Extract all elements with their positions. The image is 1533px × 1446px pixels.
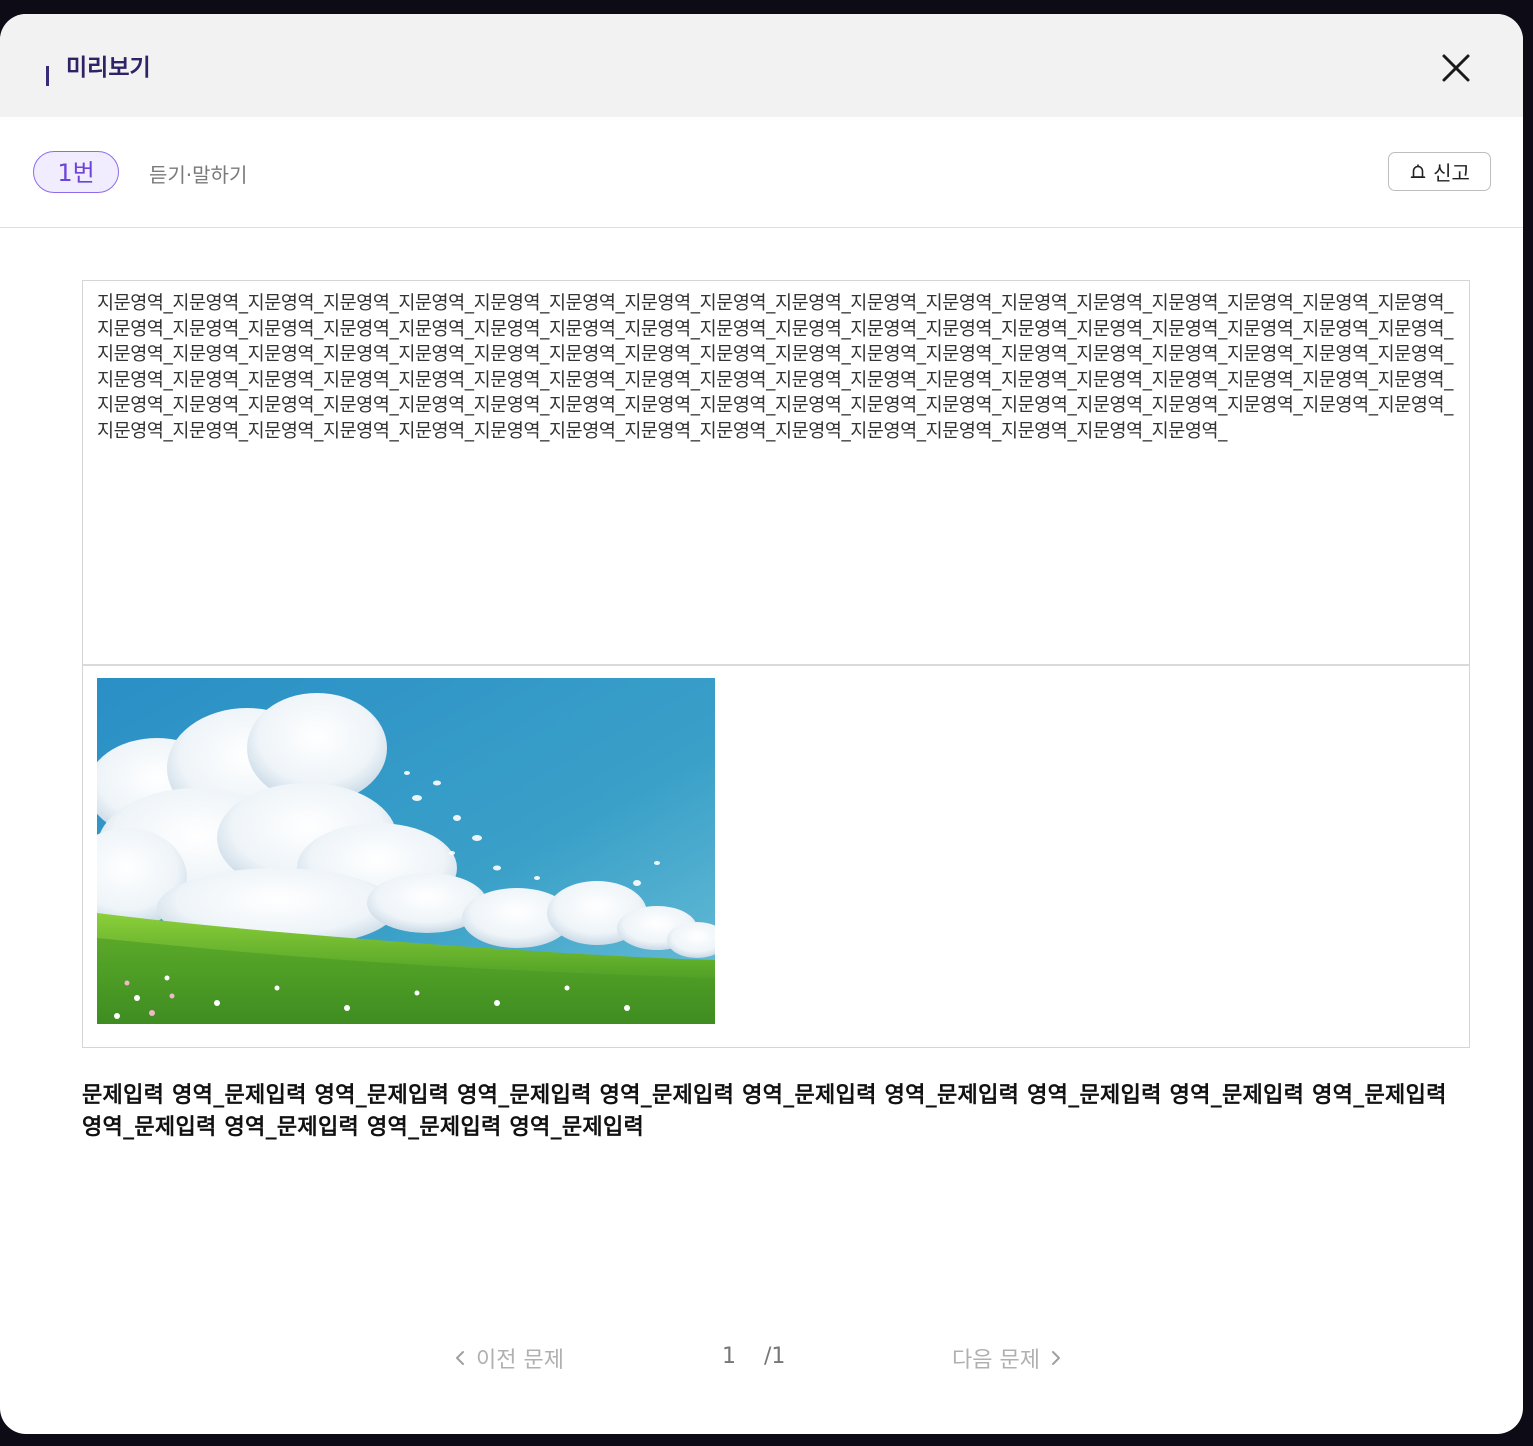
chevron-right-icon [1051,1351,1060,1365]
bell-icon [1410,163,1426,178]
report-label: 신고 [1433,161,1470,185]
pagination: 이전 문제 1 /1 다음 문제 [0,1342,1523,1382]
current-page: 1 [722,1344,736,1369]
passage-divider [83,664,1469,666]
total-pages: /1 [764,1344,786,1369]
close-button[interactable] [1436,48,1476,88]
preview-modal: 미리보기 1번 듣기·말하기 신고 지문영역_지문영역_지문영역_지문영역_지문… [0,14,1523,1434]
modal-header: 미리보기 [0,14,1523,117]
modal-title: 미리보기 [66,55,151,81]
prev-question-button[interactable]: 이전 문제 [454,1342,564,1374]
title-accent-bar [46,66,49,86]
passage-box: 지문영역_지문영역_지문영역_지문영역_지문영역_지문영역_지문영역_지문영역_… [82,280,1470,1048]
prev-question-label: 이전 문제 [476,1348,564,1373]
next-question-button[interactable]: 다음 문제 [952,1342,1062,1374]
passage-text: 지문영역_지문영역_지문영역_지문영역_지문영역_지문영역_지문영역_지문영역_… [97,293,1453,442]
question-text: 문제입력 영역_문제입력 영역_문제입력 영역_문제입력 영역_문제입력 영역_… [82,1083,1447,1140]
close-icon [1442,54,1470,82]
question-type-label: 듣기·말하기 [149,163,248,187]
report-button[interactable]: 신고 [1388,152,1491,191]
question-toolbar: 1번 듣기·말하기 신고 [0,117,1523,228]
next-question-label: 다음 문제 [952,1348,1040,1373]
chevron-left-icon [456,1351,464,1365]
passage-image [97,678,715,1024]
question-number-badge[interactable]: 1번 [33,151,119,193]
sky-meadow-illustration [97,678,715,1024]
